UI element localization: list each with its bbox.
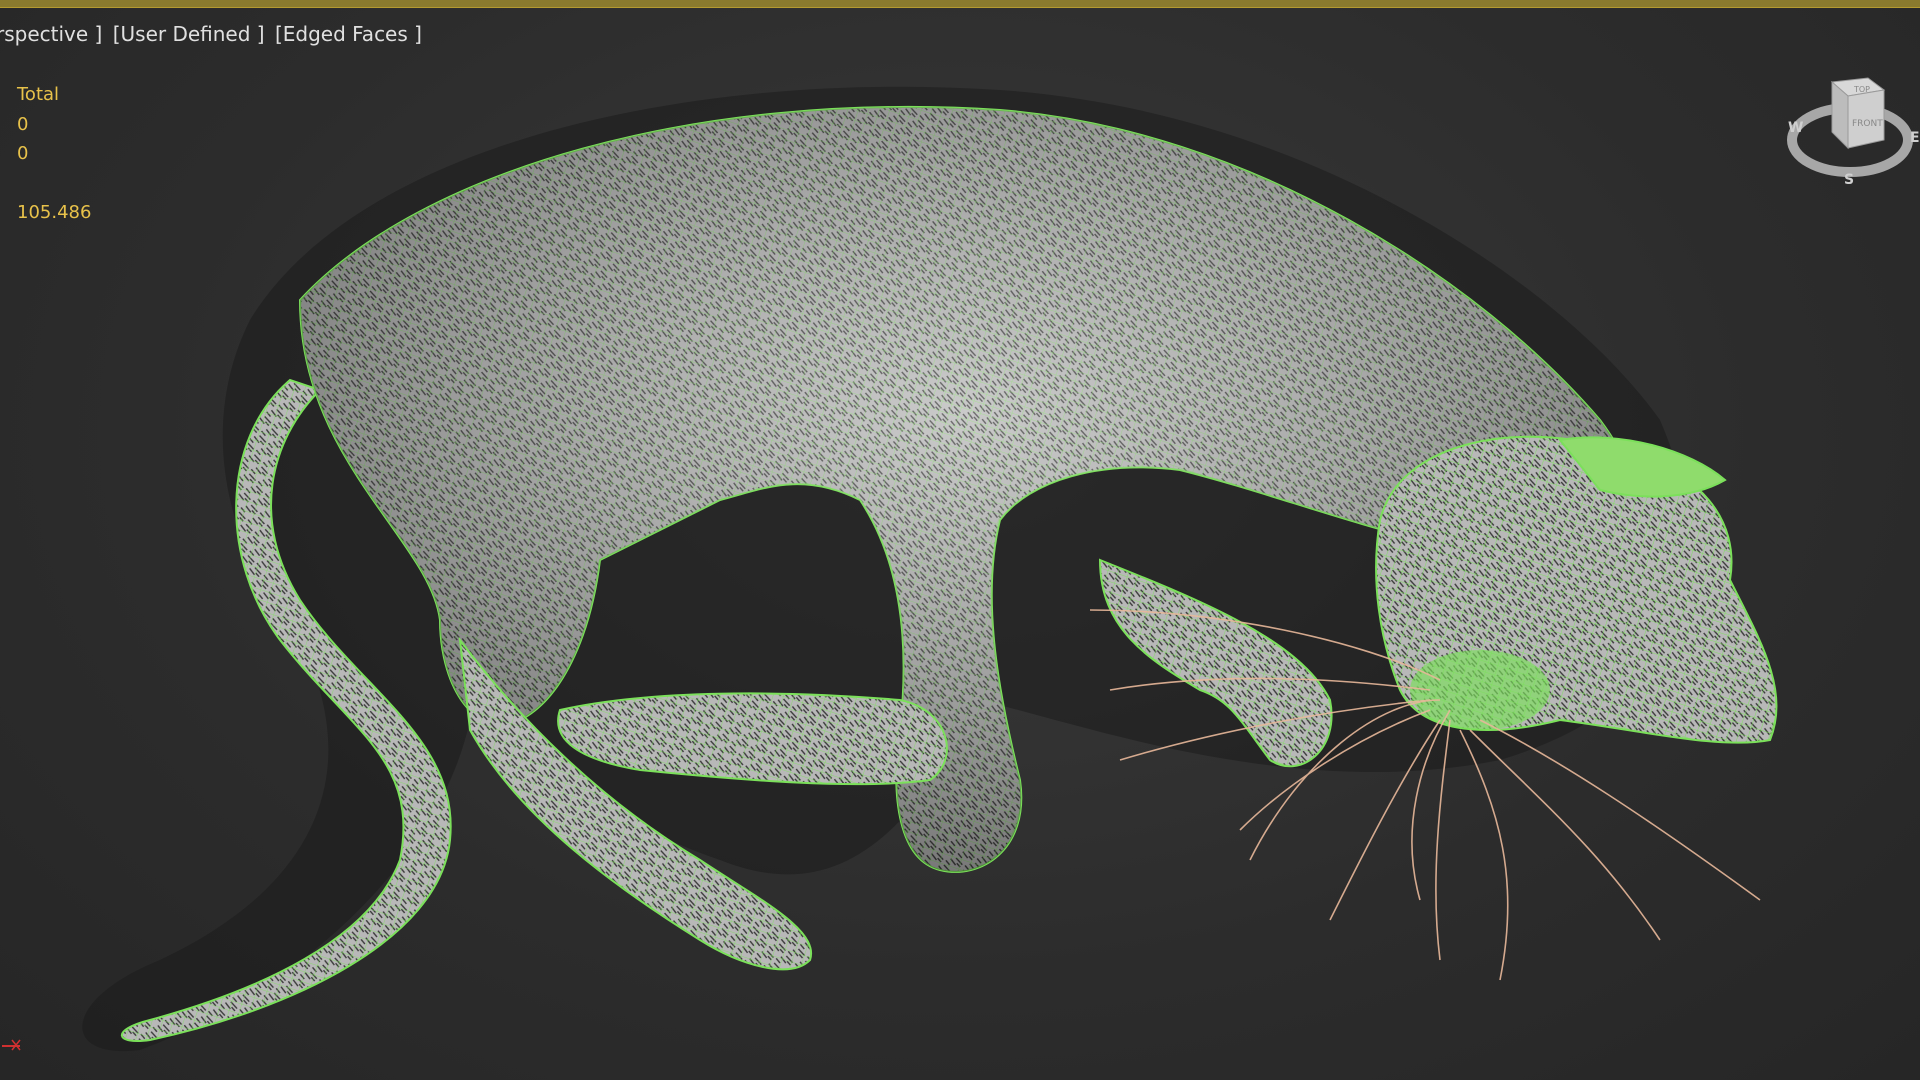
viewcube-front-label: FRONT: [1852, 119, 1883, 129]
viewcube-compass-w: W: [1788, 120, 1803, 136]
viewcube-compass-s: S: [1844, 172, 1854, 188]
viewport-pov-label[interactable]: rspective ]: [0, 22, 102, 46]
viewport-statistics: Total 0 0 105.486: [17, 80, 91, 228]
cat-model-render[interactable]: [0, 0, 1920, 1080]
viewport-label-menu[interactable]: rspective ] [User Defined ] [Edged Faces…: [0, 22, 426, 46]
viewcube-top-label: TOP: [1853, 85, 1870, 94]
perspective-viewport[interactable]: rspective ] [User Defined ] [Edged Faces…: [0, 0, 1920, 1080]
stats-header: Total: [17, 84, 60, 105]
viewcube-icon[interactable]: TOP FRONT W E S: [1780, 60, 1920, 200]
viewport-camera-label[interactable]: [User Defined ]: [113, 22, 265, 46]
viewcube-compass-e: E: [1910, 130, 1920, 146]
stats-fps: 105.486: [17, 202, 92, 223]
stats-polys: 0: [17, 113, 29, 135]
axis-tripod-icon: [2, 1039, 21, 1051]
cat-snout: [1410, 650, 1550, 730]
stats-verts: 0: [17, 143, 29, 164]
viewport-shading-label[interactable]: [Edged Faces ]: [275, 22, 422, 46]
